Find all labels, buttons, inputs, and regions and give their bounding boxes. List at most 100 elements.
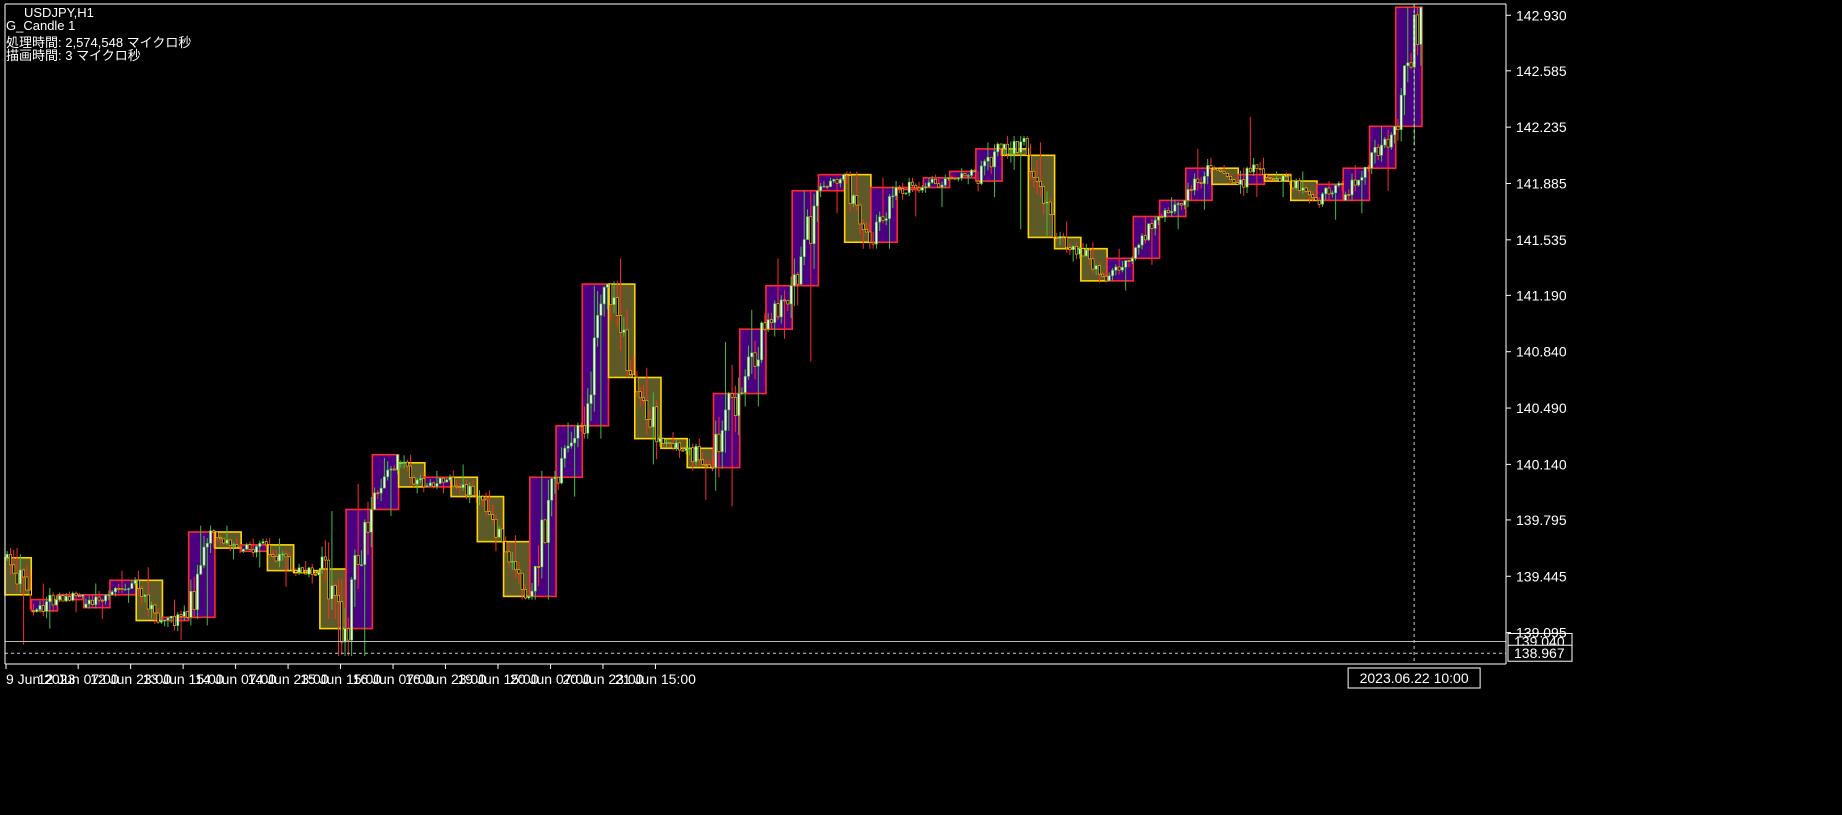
h1-candle-body	[163, 619, 167, 622]
h1-candle-body	[18, 569, 22, 585]
candlestick-chart[interactable]: 139.040138.9672023.06.22 10:00 142.93014…	[0, 0, 1842, 810]
h1-candle-body	[1344, 194, 1347, 201]
h1-candle-body	[901, 188, 905, 194]
h1-candle-body	[77, 595, 81, 598]
h1-candle-body	[156, 612, 160, 623]
h1-candle-body	[117, 587, 121, 590]
h1-candle-body	[304, 572, 308, 575]
h1-candle-body	[773, 303, 777, 323]
h1-candle-body	[940, 184, 944, 188]
h1-candle-body	[189, 591, 193, 618]
h8-candle	[1237, 173, 1266, 186]
h1-candle-body	[530, 590, 534, 597]
h1-candle-body	[1291, 180, 1295, 189]
h1-candle-body	[1032, 170, 1036, 178]
h1-candle-body	[963, 173, 967, 177]
h1-candle-body	[399, 462, 403, 464]
price-tick-label: 139.095	[1516, 625, 1567, 641]
h1-candle-body	[350, 579, 354, 641]
h1-candle-body	[543, 519, 547, 543]
h1-candle-body	[766, 319, 770, 330]
h1-candle-body	[970, 169, 973, 176]
h1-candle-body	[835, 179, 839, 184]
h1-candle-body	[464, 484, 468, 496]
h1-candle-body	[87, 599, 91, 605]
h1-candle-body	[228, 539, 232, 546]
h1-candle-body	[1399, 94, 1403, 130]
h1-candle-body	[1383, 138, 1387, 146]
h1-candle-body	[268, 544, 272, 555]
h1-candle-body	[114, 587, 117, 593]
h1-candle-body	[1242, 179, 1246, 188]
h1-candle-body	[848, 175, 852, 204]
h1-candle-body	[35, 609, 39, 612]
h1-candle-body	[943, 178, 947, 186]
h1-candle-body	[1048, 201, 1052, 215]
h1-candle-body	[1304, 187, 1308, 192]
h1-candle-body	[248, 544, 252, 550]
h1-candle-body	[855, 195, 859, 206]
h1-candle-body	[1406, 62, 1410, 66]
h1-candle-body	[110, 591, 114, 596]
h1-candle-body	[179, 614, 183, 617]
h1-candle-body	[1376, 146, 1380, 156]
h1-candle-body	[1360, 177, 1364, 181]
h1-candle-body	[54, 599, 58, 606]
h1-candle-body	[796, 274, 800, 285]
h1-candle-body	[264, 541, 268, 546]
h1-candle-body	[442, 477, 445, 483]
h1-candle-body	[884, 218, 888, 221]
h1-candle-body	[382, 476, 386, 489]
h1-candle-body	[812, 205, 816, 244]
h1-candle-body	[356, 555, 360, 565]
h1-candle-body	[199, 565, 203, 575]
h1-candle-body	[815, 190, 819, 207]
h1-candle-body	[750, 352, 754, 358]
h1-candle-body	[1029, 155, 1032, 172]
h1-candle-body	[632, 374, 636, 378]
h1-candle-body	[360, 564, 363, 566]
h1-candle-body	[1209, 165, 1213, 169]
h1-candle-body	[222, 538, 226, 544]
h1-candle-body	[45, 601, 48, 612]
h1-candle-body	[5, 553, 9, 559]
h1-candle-body	[1340, 183, 1344, 185]
h1-candle-body	[1166, 210, 1170, 214]
h1-candle-body	[510, 561, 514, 563]
h1-candle-body	[215, 531, 219, 539]
h1-candle-body	[140, 588, 144, 597]
h1-candle-body	[1222, 171, 1226, 174]
h1-candle-body	[1265, 174, 1269, 178]
h1-candle-body	[524, 589, 527, 599]
h1-candle-body	[340, 601, 344, 643]
h1-candle-body	[1419, 6, 1423, 45]
h1-candle-body	[714, 433, 718, 468]
h1-candle-body	[28, 589, 32, 596]
h1-candle-body	[733, 397, 737, 416]
h1-candle-body	[1275, 177, 1278, 180]
h1-candle-body	[1389, 134, 1393, 148]
h1-candle-body	[874, 221, 878, 245]
h1-candle-body	[238, 546, 242, 549]
h1-candle-body	[638, 391, 642, 399]
h1-candle-body	[1022, 138, 1026, 143]
h1-candle-body	[192, 591, 196, 610]
h1-candle-body	[989, 156, 993, 168]
h1-candle-body	[527, 596, 531, 599]
h1-candle-body	[560, 458, 563, 484]
h1-candle-body	[1281, 175, 1285, 182]
h1-candle-body	[74, 592, 78, 597]
h1-candle-body	[671, 443, 675, 449]
h1-candle-body	[1321, 193, 1324, 205]
h1-candle-body	[1111, 269, 1114, 277]
h1-candle-body	[861, 223, 865, 230]
h1-candle-body	[317, 571, 321, 576]
h1-candle-body	[1180, 203, 1183, 206]
h1-candle-body	[1232, 179, 1236, 183]
h1-candle-body	[107, 594, 111, 597]
h1-candle-body	[1301, 187, 1305, 191]
h1-candle-body	[914, 184, 918, 189]
h1-candle-body	[438, 477, 442, 484]
h1-candle-body	[1160, 216, 1164, 218]
h1-candle-body	[1370, 152, 1374, 169]
